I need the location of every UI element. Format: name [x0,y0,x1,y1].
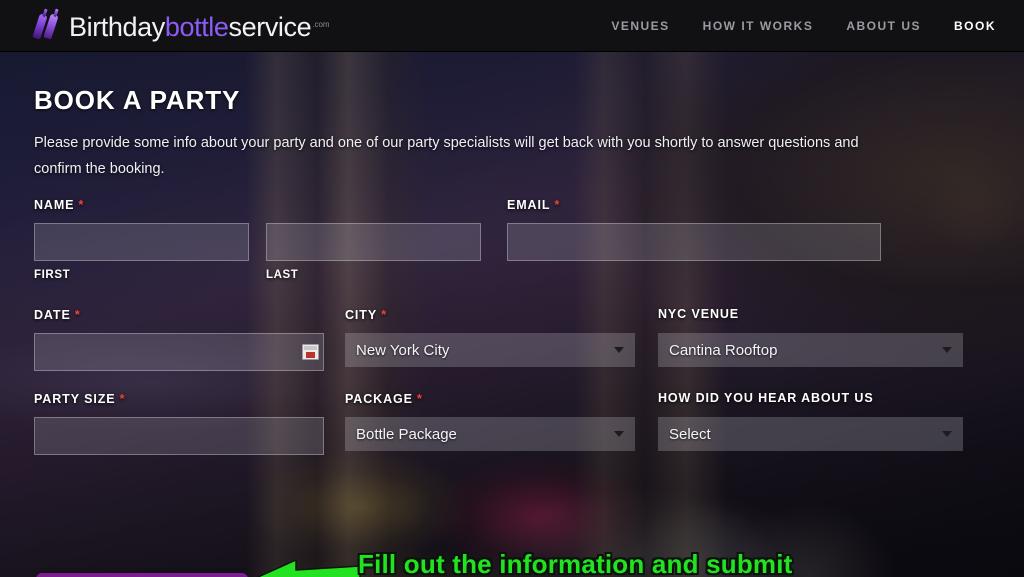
label-date: DATE * [34,307,81,322]
referral-select-value: Select [669,425,711,443]
chevron-down-icon-referral [942,431,952,437]
logo-word-birthday: Birthday [69,12,165,42]
email-input[interactable] [507,223,881,261]
label-city: CITY * [345,307,388,322]
chevron-down-icon-venue [942,347,952,353]
package-select[interactable]: Bottle Package [345,417,635,451]
label-party-size: PARTY SIZE * [34,391,126,406]
chevron-down-icon-city [614,347,624,353]
left-arrow-icon [257,559,361,577]
required-asterisk-party-size: * [119,391,126,406]
logo-wordmark: Birthdaybottleservice.com [69,10,330,42]
chevron-down-icon-package [614,431,624,437]
nyc-venue-select[interactable]: Cantina Rooftop [658,333,963,367]
annotation-text: Fill out the information and submit [358,549,793,577]
nyc-venue-select-value: Cantina Rooftop [669,341,778,359]
referral-select[interactable]: Select [658,417,963,451]
logo-word-bottle: bottle [164,12,229,42]
nav-item-venues[interactable]: VENUES [611,19,669,33]
package-select-value: Bottle Package [356,425,457,443]
date-input[interactable] [34,333,324,371]
nav-item-how-it-works[interactable]: HOW IT WORKS [703,19,814,33]
label-package: PACKAGE * [345,391,423,406]
label-name: NAME * [34,197,85,212]
label-email: EMAIL * [507,197,561,212]
party-size-input[interactable] [34,417,324,455]
sub-label-first: FIRST [34,269,71,281]
nav-item-book[interactable]: BOOK [954,19,996,33]
label-referral: HOW DID YOU HEAR ABOUT US [658,391,874,405]
nav-item-about-us[interactable]: ABOUT US [846,19,921,33]
city-select-value: New York City [356,341,450,359]
sub-label-last: LAST [266,269,299,281]
last-name-input[interactable] [266,223,481,261]
city-select[interactable]: New York City [345,333,635,367]
required-asterisk-date: * [74,307,81,322]
required-asterisk-email: * [554,197,561,212]
required-asterisk-name: * [78,197,85,212]
label-nyc-venue: NYC VENUE [658,307,740,321]
logo-word-service: service [228,12,312,42]
submit-reservation-button[interactable]: SUBMIT RESERVATION [36,573,248,577]
calendar-icon[interactable] [302,344,319,360]
page-title: BOOK A PARTY [34,85,241,115]
site-logo[interactable]: Birthdaybottleservice.com [32,6,330,46]
first-name-input[interactable] [34,223,249,261]
main-navigation: VENUES HOW IT WORKS ABOUT US BOOK [611,0,996,52]
booking-form: BOOK A PARTY Please provide some info ab… [0,52,1024,577]
required-asterisk-city: * [381,307,388,322]
bottles-logo-icon [32,11,62,41]
book-a-party-page: Birthdaybottleservice.com VENUES HOW IT … [0,0,1024,577]
intro-text: Please provide some info about your part… [34,135,859,177]
logo-tld: .com [312,20,330,29]
required-asterisk-package: * [416,391,423,406]
site-header: Birthdaybottleservice.com VENUES HOW IT … [0,0,1024,52]
